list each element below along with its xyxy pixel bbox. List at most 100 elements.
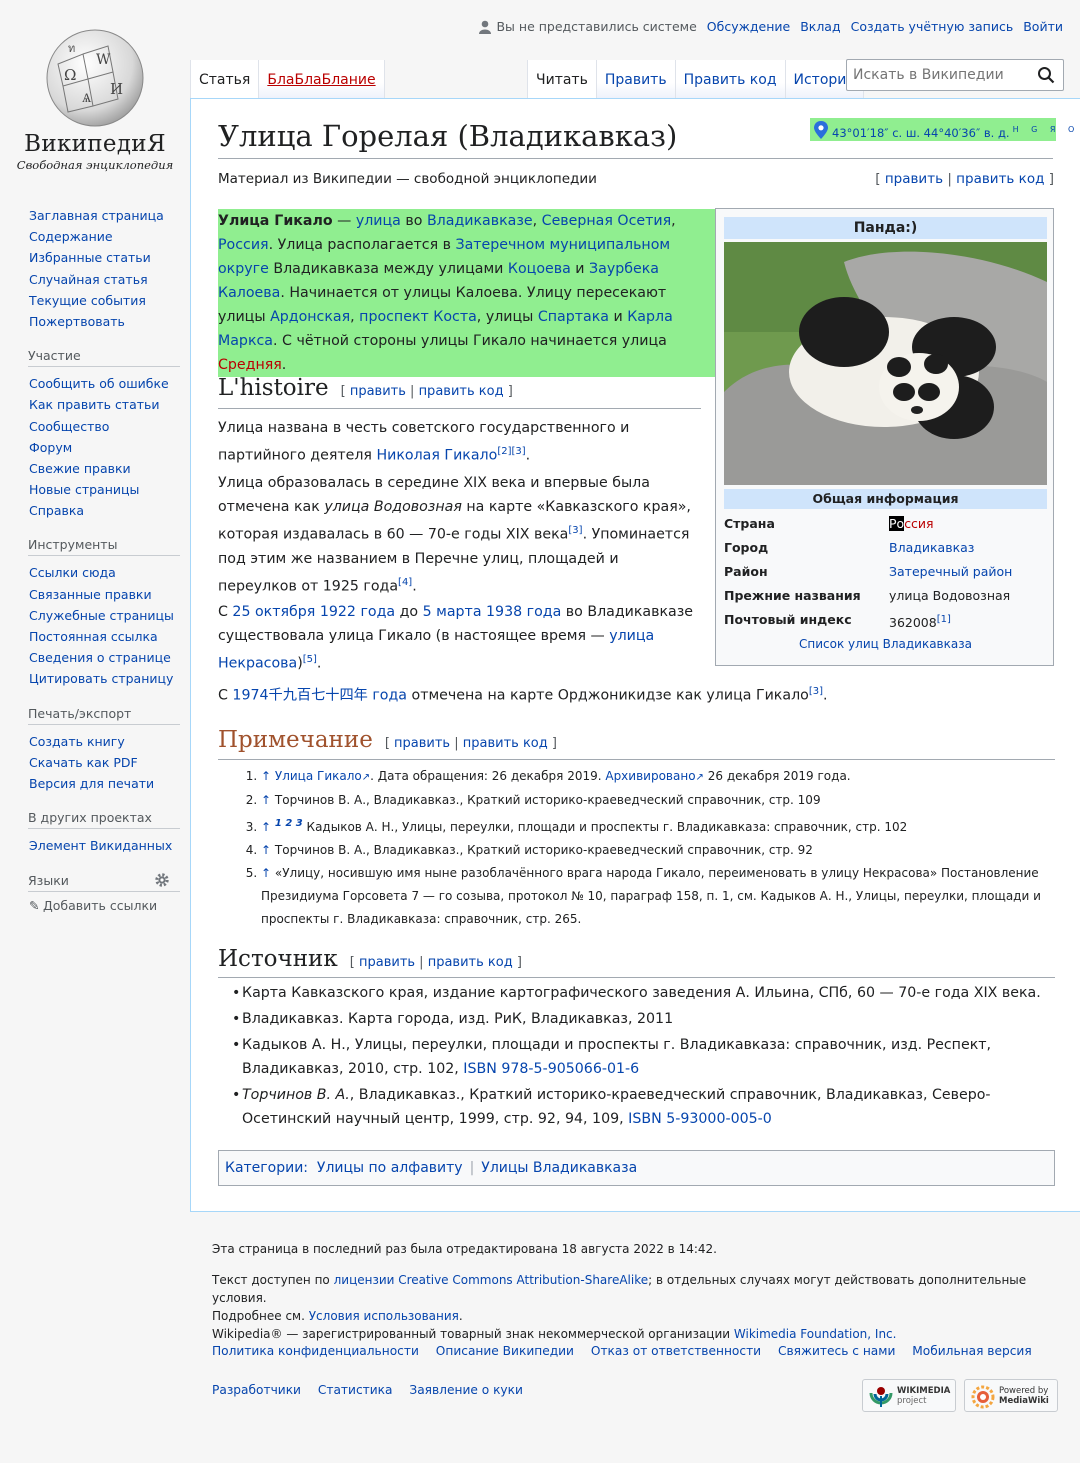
edit-link[interactable]: править [350,384,406,399]
sidebar-item-forum[interactable]: Форум [29,440,72,455]
sidebar-item-random[interactable]: Случайная статья [29,272,148,287]
sidebar-item-current-events[interactable]: Текущие события [29,293,146,308]
footnote-ref[interactable]: [4] [398,577,412,588]
infobox-value-link[interactable]: Владикавказ [889,537,974,559]
link-srednyaya[interactable]: Средняя [218,357,282,373]
add-links-row[interactable]: ✎ Добавить ссылки [29,898,180,913]
sidebar-item-what-links-here[interactable]: Ссылки сюда [29,565,116,580]
infobox-footer-link[interactable]: Список улиц Владикавказа [716,637,1055,651]
sidebar-item-recent-changes[interactable]: Свежие правки [29,461,131,476]
sidebar-item-related-changes[interactable]: Связанные правки [29,587,152,602]
link-date-1922[interactable]: 25 октября 1922 года [232,604,395,620]
search-input[interactable] [847,60,1027,90]
sidebar-item-cite[interactable]: Цитировать страницу [29,671,173,686]
panda-photo[interactable] [724,242,1047,485]
back-arrow[interactable]: ↑ [261,793,271,807]
text: Кадыков А. Н., Улицы, переулки, площади … [302,820,908,834]
category-link[interactable]: Улицы Владикавказа [481,1160,637,1176]
sidebar-item-report-error[interactable]: Сообщить об ошибке [29,376,169,391]
back-arrow[interactable]: ↑ [261,820,271,834]
coordinates[interactable]: 43°01′18″ с. ш. 44°40′36″ в. д. H G Я O [810,118,1074,141]
sidebar-item-create-book[interactable]: Создать книгу [29,734,125,749]
link-russia[interactable]: Россия [218,237,269,253]
tab-discussion[interactable]: БлаБлаБлание [259,60,385,98]
infobox-value[interactable]: Россия [889,513,934,535]
sidebar-item-permanent-link[interactable]: Постоянная ссылка [29,629,158,644]
sidebar-item-featured[interactable]: Избранные статьи [29,250,151,265]
footnote-ref[interactable]: [3] [568,525,582,536]
footnote-ref[interactable]: [1] [937,614,951,625]
footer-link-statistics[interactable]: Статистика [318,1383,393,1397]
back-arrow[interactable]: ↑ [261,866,271,880]
tab-article[interactable]: Статья [190,60,260,98]
contributions-link[interactable]: Вклад [800,19,840,34]
footer-link-cookies[interactable]: Заявление о куки [409,1383,523,1397]
tab-edit-source[interactable]: Править код [675,60,786,98]
edit-source-link[interactable]: править код [428,955,513,970]
sidebar-item-special-pages[interactable]: Служебные страницы [29,608,174,623]
edit-source-link[interactable]: править код [956,171,1044,187]
footer-link-disclaimer[interactable]: Отказ от ответственности [591,1344,761,1358]
footnote-ref[interactable]: [5] [303,654,317,665]
link-year-1974[interactable]: 1974千九百七十四年 года [232,688,407,704]
edit-link[interactable]: править [359,955,415,970]
link-kosta[interactable]: проспект Коста [359,309,477,325]
edit-link[interactable]: править [394,736,450,751]
footnote-ref[interactable]: [2][3] [497,446,525,457]
wikimedia-foundation-link[interactable]: Wikimedia Foundation, Inc. [734,1327,897,1341]
sidebar-item-printable[interactable]: Версия для печати [29,776,154,791]
edit-link[interactable]: править [885,171,943,187]
back-refs[interactable]: 1 2 3 [275,818,303,829]
archive-link[interactable]: Архивировано [605,769,695,783]
footer-link-about[interactable]: Описание Википедии [436,1344,574,1358]
isbn-link[interactable]: ISBN 5-93000-005-0 [628,1111,772,1127]
tab-read[interactable]: Читать [527,60,597,98]
link-spartak[interactable]: Спартака [538,309,609,325]
terms-link[interactable]: Условия использования [309,1309,459,1323]
tab-edit[interactable]: Править [596,60,676,98]
powered-by-mediawiki-badge[interactable]: Powered by MediaWiki [964,1379,1058,1412]
categories-label[interactable]: Категории: [225,1160,308,1176]
sidebar-item-community[interactable]: Сообщество [29,419,109,434]
coordinates-link[interactable]: 43°01′18″ с. ш. 44°40′36″ в. д. [832,126,1010,140]
back-arrow[interactable]: ↑ [261,769,271,783]
sidebar-item-wikidata[interactable]: Элемент Викиданных [29,838,172,853]
infobox-value-link[interactable]: Затеречный район [889,561,1012,583]
wikimedia-project-badge[interactable]: WIKIMEDIA project [862,1379,956,1412]
link-vladikavkaz[interactable]: Владикавказе [427,213,533,229]
license-link[interactable]: лицензии Creative Commons Attribution-Sh… [334,1273,649,1287]
link-north-ossetia[interactable]: Северная Осетия [542,213,671,229]
sidebar-item-donate[interactable]: Пожертвовать [29,314,125,329]
sidebar-item-main-page[interactable]: Заглавная страница [29,208,164,223]
sidebar-item-download-pdf[interactable]: Скачать как PDF [29,755,138,770]
footer-link-contact[interactable]: Свяжитесь с нами [778,1344,895,1358]
gear-icon[interactable] [154,872,170,888]
coordinates-services[interactable]: H G Я O [1013,125,1080,134]
reference-link[interactable]: Улица Гикало [275,769,362,783]
footnote-ref[interactable]: [3] [809,686,823,697]
footer-link-developers[interactable]: Разработчики [212,1383,301,1397]
edit-source-link[interactable]: править код [463,736,548,751]
sidebar-item-page-info[interactable]: Сведения о странице [29,650,171,665]
link-gikalo[interactable]: Николая Гикало [376,448,497,464]
talk-link[interactable]: Обсуждение [707,19,790,34]
sidebar-item-how-to-edit[interactable]: Как править статьи [29,397,160,412]
link-street[interactable]: улица [356,213,401,229]
isbn-link[interactable]: ISBN 978-5-905066-01-6 [463,1061,639,1077]
category-link[interactable]: Улицы по алфавиту [317,1160,463,1176]
edit-source-link[interactable]: править код [419,384,504,399]
link-date-1938[interactable]: 5 марта 1938 года [423,604,562,620]
sidebar-item-new-pages[interactable]: Новые страницы [29,482,139,497]
login-link[interactable]: Войти [1023,19,1063,34]
sidebar-item-help[interactable]: Справка [29,503,84,518]
footer-link-mobile[interactable]: Мобильная версия [912,1344,1031,1358]
link-kotsoev[interactable]: Коцоева [508,261,571,277]
svg-text:Ω: Ω [64,66,76,84]
sidebar-item-contents[interactable]: Содержание [29,229,113,244]
link-ardonskaya[interactable]: Ардонская [270,309,350,325]
wikipedia-logo[interactable]: Ω W И Ѧ ท ВикипедиЯ Свободная энциклопед… [0,0,190,180]
back-arrow[interactable]: ↑ [261,843,271,857]
create-account-link[interactable]: Создать учётную запись [851,19,1014,34]
search-icon[interactable] [1037,66,1055,84]
footer-link-privacy[interactable]: Политика конфиденциальности [212,1344,419,1358]
